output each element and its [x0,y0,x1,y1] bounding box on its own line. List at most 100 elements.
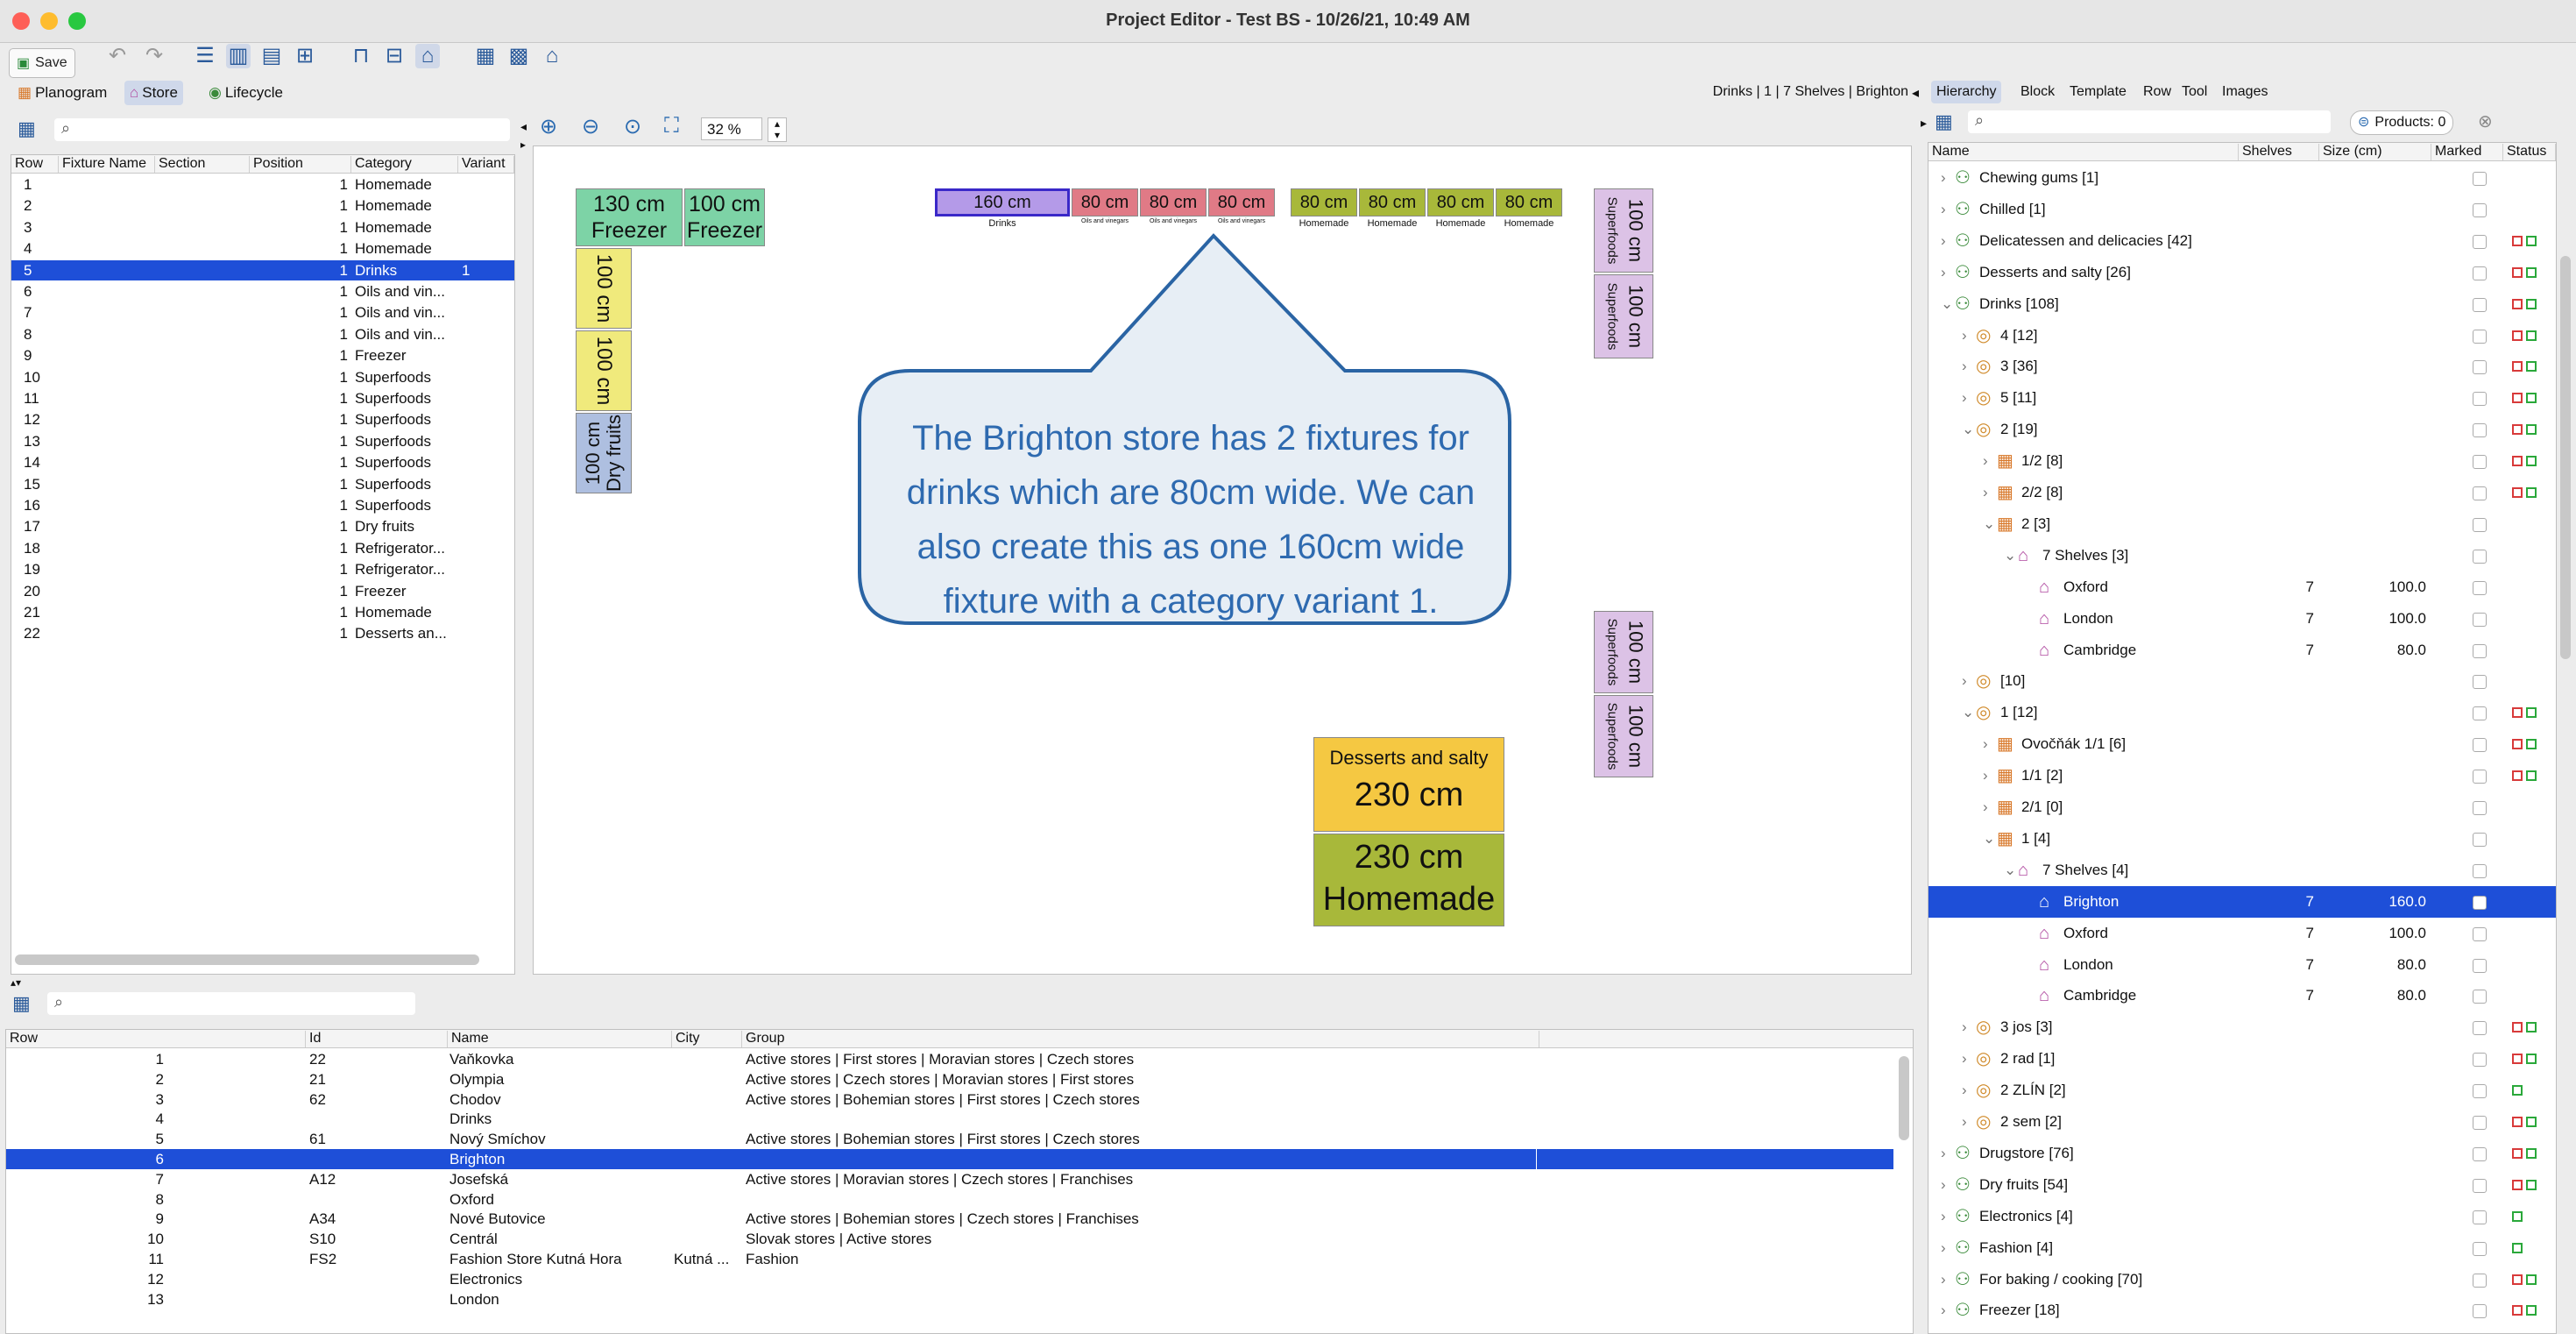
col-variant[interactable]: Variant [458,156,514,173]
calendar-icon[interactable]: ▦ [473,44,498,68]
tree-item[interactable]: › ⚇ Dry fruits [54] [1928,1169,2556,1201]
tree-item[interactable]: ⌂ London 7 100.0 [1928,603,2556,635]
fixture-superfoods-3[interactable]: 100 cm Superfoods [1594,611,1653,693]
expand-icon[interactable]: › [1962,1043,1967,1075]
marked-checkbox[interactable] [2473,612,2487,627]
expand-icon[interactable]: › [1941,1201,1946,1232]
fixture-freezer-100[interactable]: 100 cm Freezer [684,188,765,246]
table-row[interactable]: 10 S10 Centrál Slovak stores | Active store… [6,1229,1893,1249]
collapse-icon[interactable]: ⌄ [1962,414,1974,445]
expand-icon[interactable]: › [1962,1011,1967,1043]
table-row[interactable]: 15 1 Superfoods [11,474,514,494]
expand-icon[interactable]: › [1962,351,1967,382]
table-row[interactable]: 5 61 Nový Smíchov Active stores | Bohemian … [6,1129,1893,1149]
tree-item[interactable]: › ◎ 2 ZLÍN [2] [1928,1075,2556,1106]
marked-checkbox[interactable] [2473,1178,2487,1193]
fixture-superfoods-4[interactable]: 100 cm Superfoods [1594,695,1653,777]
table-row[interactable]: 9 1 Freezer [11,345,514,365]
zoom-in-icon[interactable]: ⊕ [540,114,557,139]
marked-checkbox[interactable] [2473,392,2487,407]
marked-checkbox[interactable] [2473,926,2487,941]
expand-icon[interactable]: › [1962,320,1967,351]
col-fixture-name[interactable]: Fixture Name [59,156,155,173]
tree-item[interactable]: › ⚇ Delicatessen and delicacies [42] [1928,225,2556,257]
marked-checkbox[interactable] [2473,202,2487,217]
marked-checkbox[interactable] [2473,297,2487,312]
expand-icon[interactable]: › [1941,1232,1946,1264]
expand-icon[interactable]: › [1941,1138,1946,1169]
split-view-icon[interactable]: ▥ [226,44,251,68]
col-store-city[interactable]: City [672,1031,742,1047]
tree-item[interactable]: ⌂ Oxford 7 100.0 [1928,571,2556,603]
fixtures-search-input[interactable]: ⌕ [54,118,510,141]
table-row[interactable]: 1 22 Vaňkovka Active stores | First stores … [6,1049,1893,1069]
tree-item[interactable]: ⌂ Oxford 7 100.0 [1928,918,2556,949]
tab-row[interactable]: Row [2138,81,2176,103]
table-row[interactable]: 2 21 Olympia Active stores | Czech stores |… [6,1069,1893,1089]
products-filter-button[interactable]: ⊜ Products: 0 [2350,110,2454,135]
zoom-reset-icon[interactable]: ⊙ [624,114,641,139]
tab-template[interactable]: Template [2064,81,2132,103]
expand-icon[interactable]: › [1983,760,1988,791]
tab-lifecycle[interactable]: ◉ Lifecycle [203,81,288,105]
col-category[interactable]: Category [351,156,458,173]
table-row[interactable]: 5 1 Drinks 1 [11,259,514,280]
table-row[interactable]: 13 1 Superfoods [11,431,514,451]
collapse-icon[interactable]: ⌄ [1983,508,1995,540]
col-marked[interactable]: Marked [2431,144,2503,160]
tree-item[interactable]: ⌄ ◎ 1 [12] [1928,697,2556,728]
table-row[interactable]: 6 1 Oils and vin... [11,281,514,302]
store-layout-canvas[interactable]: 130 cm Freezer 100 cm Freezer 100 cm 100 c… [533,145,1912,975]
tree-item[interactable]: ⌂ London 7 80.0 [1928,949,2556,981]
horizontal-scrollbar[interactable] [15,954,479,965]
table-row[interactable]: 17 1 Dry fruits [11,516,514,536]
hierarchy-scrollbar[interactable] [2560,256,2571,659]
marked-checkbox[interactable] [2473,832,2487,847]
expand-icon[interactable]: › [1983,477,1988,508]
list-view-icon[interactable]: ☰ [193,44,217,68]
col-store-name[interactable]: Name [448,1031,672,1047]
table-row[interactable]: 18 1 Refrigerator... [11,538,514,558]
tree-item[interactable]: ⌂ Cambridge 7 80.0 [1928,980,2556,1011]
table-row[interactable]: 21 1 Homemade [11,602,514,622]
marked-checkbox[interactable] [2473,1021,2487,1036]
marked-checkbox[interactable] [2473,1146,2487,1161]
expand-icon[interactable]: › [1962,1075,1967,1106]
table-row[interactable]: 2 1 Homemade [11,195,514,216]
marked-checkbox[interactable] [2473,1304,2487,1319]
tab-store[interactable]: ⌂ Store [124,81,183,105]
tab-hierarchy[interactable]: Hierarchy [1931,81,2002,103]
expand-icon[interactable]: › [1983,791,1988,823]
marked-checkbox[interactable] [2473,486,2487,500]
tree-item[interactable]: › ▦ 1/2 [8] [1928,445,2556,477]
marked-checkbox[interactable] [2473,990,2487,1004]
collapse-icon[interactable]: ⌄ [2004,855,2016,886]
marked-checkbox[interactable] [2473,1273,2487,1288]
tree-item[interactable]: ⌄ ⌂ 7 Shelves [3] [1928,540,2556,571]
col-store-group[interactable]: Group [742,1031,1539,1047]
table-row[interactable]: 7 A12 Josefská Active stores | Moravian sto… [6,1169,1893,1189]
tree-item[interactable]: › ⚇ Fashion [4] [1928,1232,2556,1264]
table-row[interactable]: 3 1 Homemade [11,217,514,238]
table-row[interactable]: 11 1 Superfoods [11,388,514,408]
expand-icon[interactable]: › [1941,257,1946,288]
tree-item[interactable]: › ◎ 2 sem [2] [1928,1106,2556,1138]
expand-icon[interactable]: › [1941,225,1946,257]
tree-item[interactable]: › ⚇ Freezer [18] [1928,1295,2556,1326]
table-row[interactable]: 11 FS2 Fashion Store Kutná Hora Kutná ... Fa… [6,1249,1893,1269]
tree-item[interactable]: › ◎ 3 [36] [1928,351,2556,382]
collapse-icon[interactable]: ⌄ [1941,288,1953,320]
fixture-freezer-130[interactable]: 130 cm Freezer [576,188,683,246]
table-row[interactable]: 1 1 Homemade [11,174,514,195]
tab-tool[interactable]: Tool [2176,81,2212,103]
col-name[interactable]: Name [1928,144,2239,160]
tree-item[interactable]: › ◎ 5 [11] [1928,382,2556,414]
col-status[interactable]: Status [2503,144,2556,160]
col-size[interactable]: Size (cm) [2319,144,2431,160]
table-row[interactable]: 10 1 Superfoods [11,367,514,387]
tree-item[interactable]: › ⚇ Drugstore [76] [1928,1138,2556,1169]
expand-right-icon[interactable]: ▸ [1921,116,1927,131]
splitter-arrows-icon[interactable]: ▴▾ [11,976,21,989]
marked-checkbox[interactable] [2473,643,2487,658]
tree-item[interactable]: › ▦ Ovočňák 1/1 [6] [1928,728,2556,760]
